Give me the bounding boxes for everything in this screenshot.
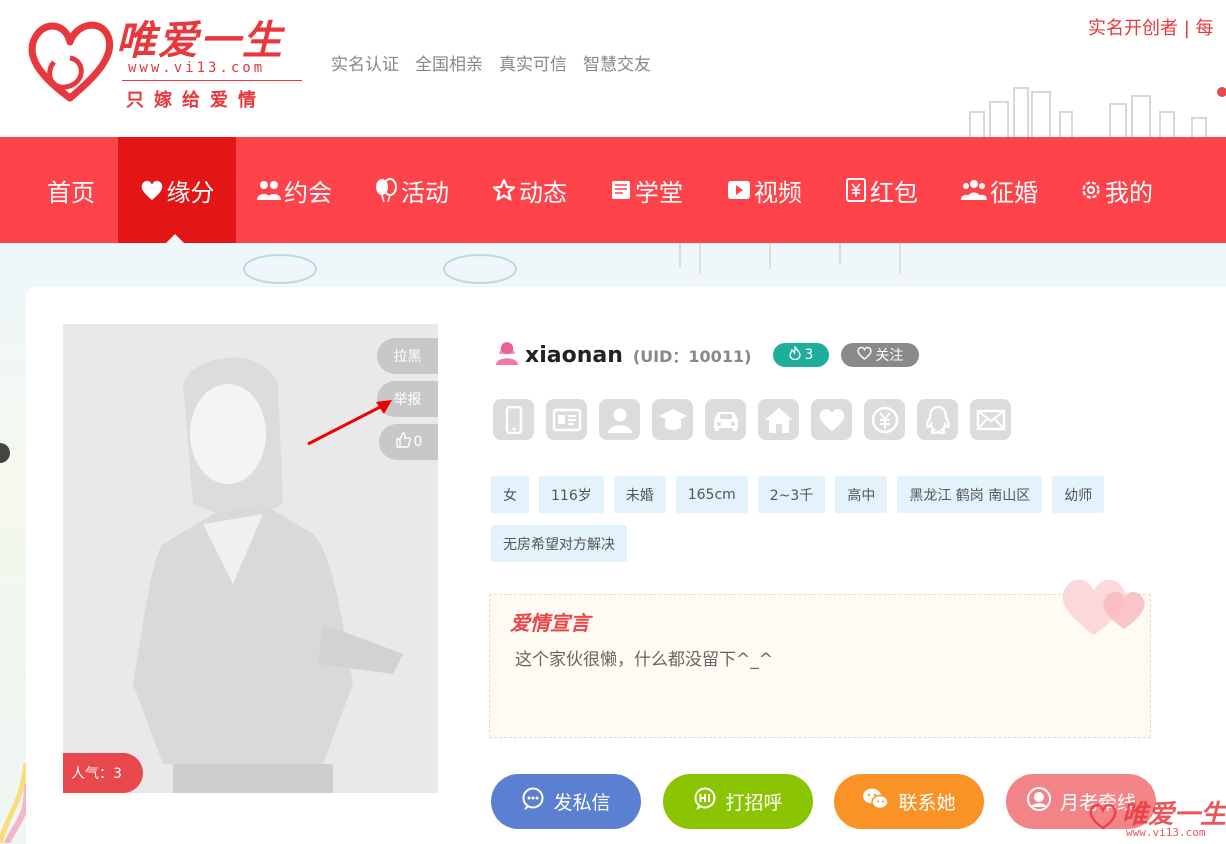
- people-icon: [961, 179, 987, 201]
- nav-item-yuanfen[interactable]: 缘分: [118, 137, 236, 243]
- site-logo[interactable]: 唯爱一生 www.vi13.com 只嫁给爱情: [24, 8, 314, 112]
- heart-outline-icon: [857, 346, 873, 364]
- nav-item-label: 活动: [401, 178, 449, 207]
- hi-icon: [693, 787, 717, 816]
- nav-item-marriage[interactable]: 征婚: [961, 137, 1038, 243]
- matchmaker-icon: [1026, 786, 1052, 817]
- gear-icon: [1080, 179, 1102, 201]
- logo-slogan: 只嫁给爱情: [126, 90, 266, 111]
- contact-her-label: 联系她: [898, 792, 956, 814]
- nav-item-label: 红包: [870, 178, 918, 207]
- nav-item-video[interactable]: 视频: [727, 137, 802, 243]
- declaration-title: 爱情宣言: [510, 611, 590, 635]
- tag-marital-status: 未婚: [613, 476, 666, 513]
- hanging-decoration: [679, 243, 901, 273]
- tag-occupation: 幼师: [1052, 476, 1105, 513]
- couple-icon: [257, 179, 281, 201]
- tagline: 智慧交友: [583, 55, 651, 75]
- tag-location: 黑龙江 鹤岗 南山区: [897, 476, 1043, 513]
- house-icon[interactable]: [758, 399, 799, 440]
- cloud-decoration: [243, 254, 517, 284]
- avatar-icon[interactable]: [599, 399, 640, 440]
- nav-item-label: 学堂: [635, 178, 683, 207]
- user-uid: (UID：10011): [632, 347, 752, 366]
- red-envelope-icon: [845, 178, 867, 202]
- hearts-decoration: [1062, 579, 1145, 635]
- follow-button[interactable]: 关注: [841, 343, 920, 367]
- logo-title: 唯爱一生: [116, 17, 284, 64]
- nav-item-activities[interactable]: 活动: [374, 137, 449, 243]
- nav-item-moments[interactable]: 动态: [492, 137, 567, 243]
- nav-item-red-envelope[interactable]: 红包: [845, 137, 918, 243]
- tag-gender: 女: [491, 476, 529, 513]
- follow-label: 关注: [875, 348, 904, 364]
- tagline: 实名认证: [331, 55, 399, 75]
- site-header: 唯爱一生 www.vi13.com 只嫁给爱情 实名认证 全国相亲 真实可信 智…: [0, 0, 1226, 138]
- fire-badge: 3: [773, 343, 830, 367]
- left-side-decoration: [0, 443, 26, 843]
- logo-divider: [122, 80, 302, 81]
- fire-count: 3: [804, 347, 814, 363]
- annotation-arrow: [307, 400, 392, 446]
- main-nav: 首页 缘分 约会 活动 动态 学堂 视频 红包 征婚 我的: [0, 137, 1226, 243]
- say-hi-button[interactable]: 打招呼: [663, 774, 813, 829]
- id-card-icon[interactable]: [546, 399, 587, 440]
- tag-income: 2~3千: [757, 476, 826, 513]
- nav-item-label: 征婚: [990, 178, 1038, 207]
- tagline: 全国相亲: [415, 55, 483, 75]
- heart-icon: [140, 179, 164, 201]
- block-button[interactable]: 拉黑: [377, 338, 438, 374]
- nav-item-label: 我的: [1105, 178, 1153, 207]
- nav-item-school[interactable]: 学堂: [610, 137, 683, 243]
- logo-url: www.vi13.com: [128, 60, 266, 76]
- nav-item-label: 缘分: [166, 178, 215, 207]
- nav-item-dating[interactable]: 约会: [257, 137, 332, 243]
- nav-item-mine[interactable]: 我的: [1080, 137, 1153, 243]
- email-icon[interactable]: [970, 399, 1011, 440]
- book-icon: [610, 179, 632, 201]
- like-count: 0: [413, 434, 423, 450]
- profile-tags: 女 116岁 未婚 165cm 2~3千 高中 黑龙江 鹤岗 南山区 幼师 无房…: [491, 476, 1151, 562]
- star-icon: [492, 178, 516, 202]
- nav-item-label: 首页: [47, 178, 95, 207]
- video-icon: [727, 179, 751, 201]
- popularity-badge: 人气：3: [63, 753, 143, 793]
- tag-height: 165cm: [675, 476, 748, 513]
- nav-item-label: 动态: [519, 178, 567, 207]
- active-nav-indicator: [166, 234, 184, 243]
- nav-item-label: 约会: [284, 178, 332, 207]
- watermark-heart-icon: [1089, 803, 1117, 830]
- user-header: xiaonan (UID：10011) 3 关注: [495, 340, 920, 370]
- say-hi-label: 打招呼: [725, 792, 783, 814]
- verification-icons: [493, 399, 1011, 440]
- qq-icon[interactable]: [917, 399, 958, 440]
- fire-icon: [789, 344, 802, 364]
- car-icon[interactable]: [705, 399, 746, 440]
- send-message-label: 发私信: [553, 792, 611, 814]
- tagline: 真实可信: [499, 55, 567, 75]
- tag-education: 高中: [835, 476, 888, 513]
- nav-item-home[interactable]: 首页: [47, 137, 95, 243]
- watermark-url: www.vi13.com: [1126, 826, 1206, 839]
- send-message-button[interactable]: 发私信: [491, 774, 641, 829]
- username: xiaonan: [525, 342, 623, 368]
- love-declaration: 爱情宣言 这个家伙很懒，什么都没留下^_^: [489, 579, 1151, 738]
- skyline-decoration: [969, 87, 1226, 138]
- chat-icon: [521, 787, 545, 816]
- declaration-text: 这个家伙很懒，什么都没留下^_^: [515, 650, 773, 670]
- balloon-icon: [374, 178, 398, 202]
- income-icon[interactable]: [864, 399, 905, 440]
- header-taglines: 实名认证 全国相亲 真实可信 智慧交友: [331, 50, 651, 75]
- logo-heart-icon: [28, 21, 114, 102]
- education-icon[interactable]: [652, 399, 693, 440]
- tag-age: 116岁: [539, 476, 604, 513]
- nav-item-label: 视频: [754, 178, 802, 207]
- female-user-icon: [495, 340, 519, 370]
- contact-her-button[interactable]: 联系她: [834, 774, 984, 829]
- phone-icon[interactable]: [493, 399, 534, 440]
- header-top-right-link[interactable]: 实名开创者 | 每: [1088, 14, 1214, 40]
- wechat-icon: [862, 787, 890, 816]
- marriage-icon[interactable]: [811, 399, 852, 440]
- tag-housing: 无房希望对方解决: [491, 525, 627, 562]
